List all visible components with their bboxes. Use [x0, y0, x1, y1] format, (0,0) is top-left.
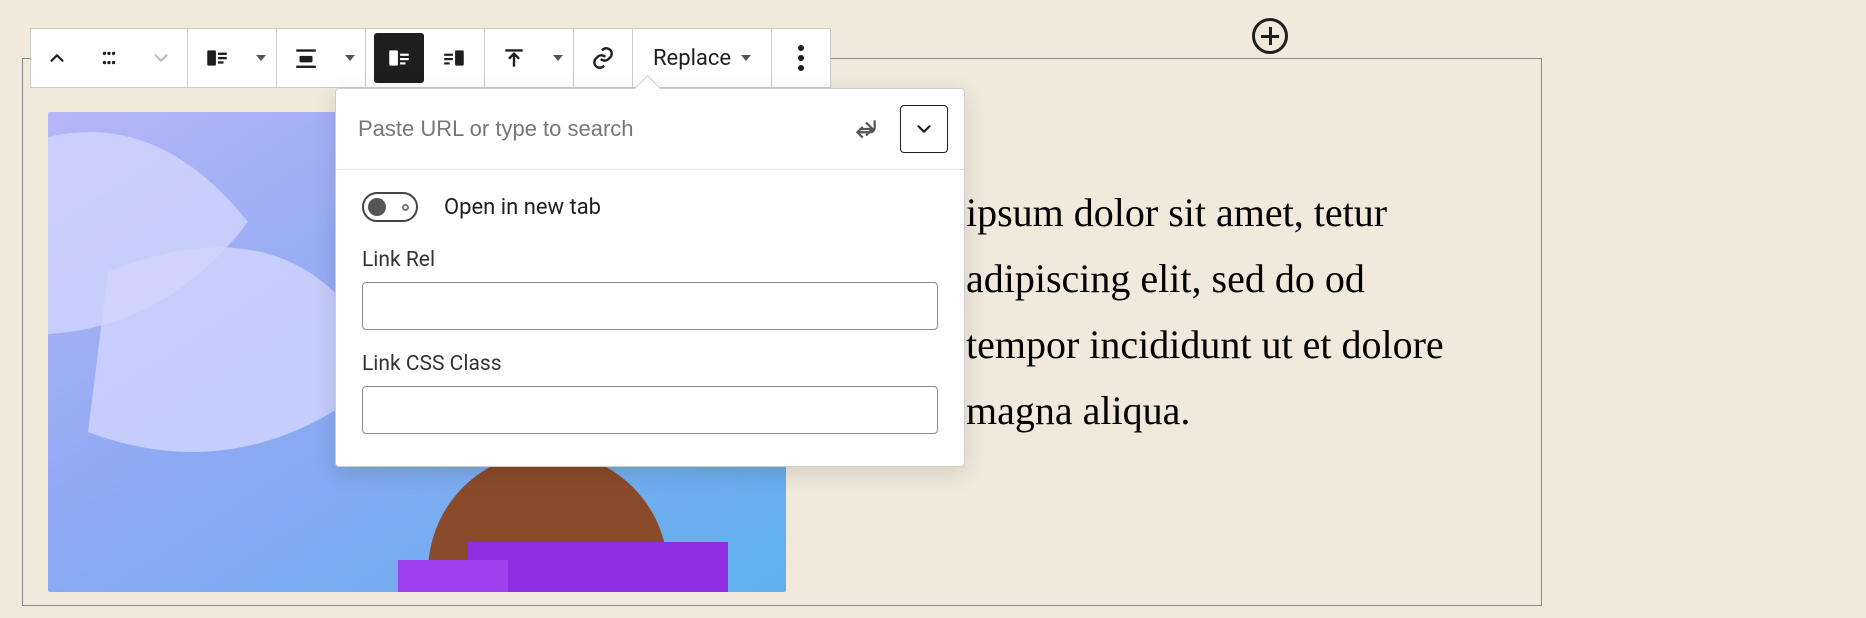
align-dropdown[interactable]: [335, 29, 365, 87]
block-type-dropdown[interactable]: [246, 29, 276, 87]
replace-label: Replace: [653, 46, 731, 71]
toggle-off-indicator: [402, 204, 409, 211]
link-settings-toggle[interactable]: [900, 105, 948, 153]
link-button[interactable]: [574, 29, 632, 87]
caret-down-icon: [741, 55, 751, 61]
link-rel-label: Link Rel: [362, 248, 938, 272]
more-vertical-icon: [798, 45, 804, 71]
add-block-button[interactable]: [1252, 18, 1288, 54]
submit-link-button[interactable]: [846, 109, 886, 149]
link-css-class-input[interactable]: [362, 386, 938, 434]
toggle-knob: [368, 198, 386, 216]
block-toolbar: Replace: [30, 28, 831, 88]
align-button[interactable]: [277, 29, 335, 87]
vertical-align-button[interactable]: [485, 29, 543, 87]
replace-button[interactable]: Replace: [633, 29, 771, 87]
move-down-button[interactable]: [135, 29, 187, 87]
vertical-align-dropdown[interactable]: [543, 29, 573, 87]
block-type-button[interactable]: [188, 29, 246, 87]
content-paragraph[interactable]: ipsum dolor sit amet, tetur adipiscing e…: [966, 180, 1486, 444]
more-options-button[interactable]: [772, 29, 830, 87]
open-new-tab-label: Open in new tab: [444, 195, 601, 220]
link-css-class-label: Link CSS Class: [362, 352, 938, 376]
link-rel-input[interactable]: [362, 282, 938, 330]
move-up-button[interactable]: [31, 29, 83, 87]
open-new-tab-toggle[interactable]: [362, 192, 418, 222]
media-right-button[interactable]: [428, 29, 480, 87]
link-popover: Open in new tab Link Rel Link CSS Class: [335, 88, 965, 467]
media-left-button[interactable]: [374, 33, 424, 83]
link-url-input[interactable]: [356, 107, 832, 151]
drag-handle[interactable]: [83, 29, 135, 87]
